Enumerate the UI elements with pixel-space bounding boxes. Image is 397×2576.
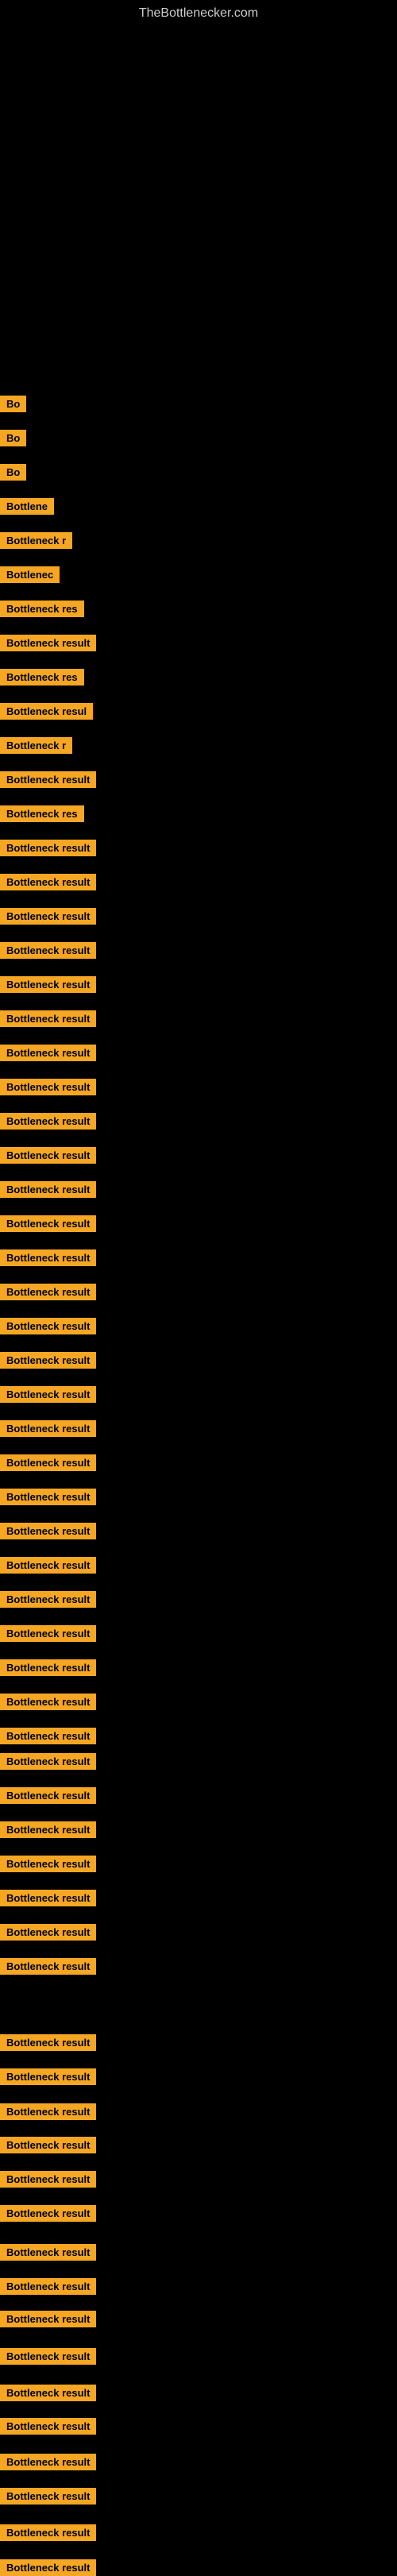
bottleneck-result-label: Bottleneck result (0, 1079, 96, 1095)
bottleneck-result-label: Bottleneck result (0, 1625, 96, 1642)
bottleneck-result-label: Bottleneck result (0, 2244, 96, 2261)
bottleneck-result-label: Bottleneck result (0, 1420, 96, 1437)
bottleneck-result-label: Bottleneck result (0, 1694, 96, 1710)
bottleneck-result-label: Bottleneck result (0, 1659, 96, 1676)
bottleneck-result-label: Bottleneck result (0, 840, 96, 856)
bottleneck-result-label: Bottleneck res (0, 669, 84, 686)
bottleneck-result-label: Bottleneck resul (0, 703, 93, 720)
bottleneck-result-label: Bottleneck result (0, 1856, 96, 1872)
bottleneck-result-label: Bottleneck result (0, 1958, 96, 1975)
bottleneck-result-label: Bottleneck result (0, 1113, 96, 1130)
bottleneck-result-label: Bottleneck result (0, 2385, 96, 2401)
bottleneck-result-label: Bottleneck result (0, 2103, 96, 2120)
bottleneck-result-label: Bottleneck result (0, 1728, 96, 1744)
bottleneck-result-label: Bo (0, 396, 26, 412)
bottleneck-result-label: Bottleneck result (0, 2348, 96, 2365)
bottleneck-result-label: Bottleneck res (0, 805, 84, 822)
bottleneck-result-label: Bottlene (0, 498, 54, 515)
bottleneck-result-label: Bottleneck res (0, 601, 84, 617)
bottleneck-result-label: Bottleneck r (0, 737, 72, 754)
bottleneck-result-label: Bottleneck result (0, 2137, 96, 2153)
bottleneck-result-label: Bottleneck result (0, 1147, 96, 1164)
bottleneck-result-label: Bottleneck result (0, 1890, 96, 1906)
bottleneck-result-label: Bo (0, 430, 26, 446)
bottleneck-result-label: Bottleneck result (0, 2418, 96, 2435)
bottleneck-result-label: Bottleneck result (0, 874, 96, 890)
bottleneck-result-label: Bottleneck result (0, 2205, 96, 2222)
bottleneck-result-label: Bottleneck result (0, 2278, 96, 2295)
bottleneck-result-label: Bottleneck result (0, 1787, 96, 1804)
bottleneck-result-label: Bottleneck result (0, 2454, 96, 2470)
bottleneck-result-label: Bo (0, 464, 26, 481)
bottleneck-result-label: Bottleneck result (0, 1924, 96, 1941)
bottleneck-result-label: Bottleneck result (0, 1181, 96, 1198)
bottleneck-result-label: Bottleneck result (0, 1489, 96, 1505)
bottleneck-result-label: Bottleneck result (0, 1249, 96, 1266)
bottleneck-result-label: Bottleneck result (0, 2068, 96, 2085)
bottleneck-result-label: Bottleneck result (0, 1454, 96, 1471)
bottleneck-result-label: Bottleneck result (0, 1352, 96, 1369)
bottleneck-result-label: Bottleneck result (0, 1523, 96, 1539)
bottleneck-result-label: Bottleneck result (0, 1284, 96, 1300)
bottleneck-result-label: Bottleneck result (0, 635, 96, 651)
bottleneck-result-label: Bottleneck result (0, 2488, 96, 2505)
bottleneck-result-label: Bottleneck result (0, 1215, 96, 1232)
bottleneck-result-label: Bottleneck result (0, 908, 96, 925)
bottleneck-result-label: Bottleneck result (0, 2311, 96, 2327)
bottleneck-result-label: Bottleneck result (0, 2171, 96, 2188)
bottleneck-result-label: Bottleneck result (0, 1753, 96, 1770)
bottleneck-result-label: Bottleneck result (0, 2559, 96, 2576)
bottleneck-result-label: Bottleneck result (0, 1591, 96, 1608)
bottleneck-result-label: Bottleneck result (0, 1045, 96, 1061)
bottleneck-result-label: Bottleneck result (0, 1010, 96, 1027)
bottleneck-result-label: Bottleneck result (0, 976, 96, 993)
bottleneck-result-label: Bottleneck result (0, 1557, 96, 1574)
site-title: TheBottlenecker.com (0, 0, 397, 24)
bottleneck-result-label: Bottlenec (0, 566, 60, 583)
bottleneck-result-label: Bottleneck result (0, 2524, 96, 2541)
bottleneck-result-label: Bottleneck r (0, 532, 72, 549)
bottleneck-result-label: Bottleneck result (0, 1386, 96, 1403)
bottleneck-result-label: Bottleneck result (0, 771, 96, 788)
bottleneck-result-label: Bottleneck result (0, 2034, 96, 2051)
bottleneck-result-label: Bottleneck result (0, 942, 96, 959)
bottleneck-result-label: Bottleneck result (0, 1318, 96, 1334)
bottleneck-result-label: Bottleneck result (0, 1821, 96, 1838)
